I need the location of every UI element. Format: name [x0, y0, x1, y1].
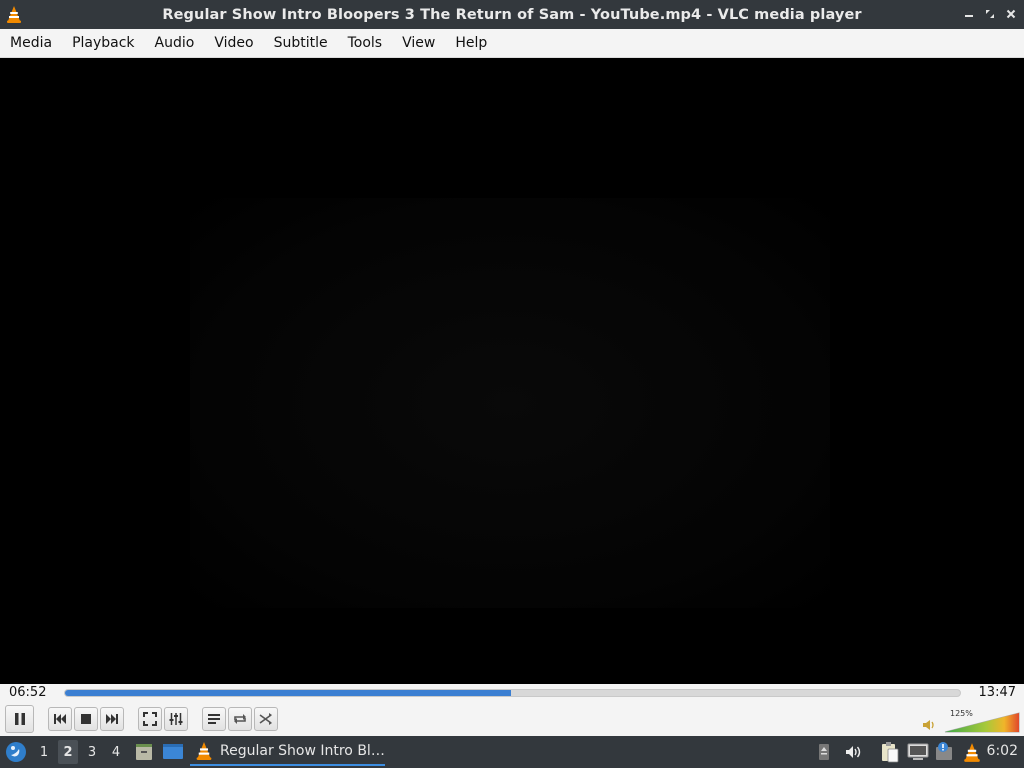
task-vlc[interactable]: Regular Show Intro Bl… — [190, 738, 385, 766]
playlist-icon — [208, 714, 220, 724]
maximize-icon — [985, 10, 994, 18]
stop-icon — [81, 714, 91, 724]
update-notification-icon — [936, 742, 952, 760]
menu-bar: Media Playback Audio Video Subtitle Tool… — [0, 29, 1024, 58]
shuffle-icon — [259, 713, 272, 725]
vlc-cone-icon — [196, 742, 212, 760]
pause-button[interactable] — [5, 705, 34, 733]
menu-video[interactable]: Video — [204, 29, 263, 57]
total-time: 13:47 — [978, 685, 1016, 700]
close-button[interactable] — [1003, 6, 1018, 22]
next-button[interactable] — [100, 707, 124, 731]
extended-settings-button[interactable] — [164, 707, 188, 731]
menu-help[interactable]: Help — [445, 29, 497, 57]
volume-tray[interactable] — [844, 743, 864, 761]
pause-icon — [14, 713, 25, 725]
desktop-icon — [163, 744, 183, 759]
seek-progress — [65, 690, 511, 696]
network-tray[interactable] — [906, 743, 930, 761]
previous-icon — [54, 714, 66, 724]
workspace-3[interactable]: 3 — [82, 740, 102, 764]
fullscreen-icon — [143, 712, 157, 726]
vlc-cone-icon — [964, 742, 980, 762]
updates-tray[interactable] — [934, 741, 956, 763]
window-title: Regular Show Intro Bloopers 3 The Return… — [162, 6, 862, 23]
fullscreen-button[interactable] — [138, 707, 162, 731]
workspace-2[interactable]: 2 — [58, 740, 78, 764]
network-icon — [907, 743, 929, 760]
minimize-icon — [964, 15, 973, 17]
seek-slider[interactable] — [64, 689, 961, 697]
menu-subtitle[interactable]: Subtitle — [264, 29, 338, 57]
title-bar[interactable]: Regular Show Intro Bloopers 3 The Return… — [0, 0, 1024, 29]
eject-tray[interactable] — [817, 742, 831, 762]
workspace-1[interactable]: 1 — [34, 740, 54, 764]
elapsed-time: 06:52 — [9, 685, 47, 700]
start-menu-button[interactable] — [4, 740, 28, 764]
equalizer-icon — [169, 713, 183, 725]
menu-audio[interactable]: Audio — [145, 29, 205, 57]
clipboard-tray[interactable] — [879, 741, 901, 763]
clipboard-icon — [882, 742, 899, 763]
stop-button[interactable] — [74, 707, 98, 731]
volume-slider[interactable] — [944, 711, 1020, 733]
menu-media[interactable]: Media — [0, 29, 62, 57]
speaker-icon[interactable] — [922, 718, 938, 732]
loop-icon — [234, 714, 246, 724]
close-icon — [1006, 9, 1015, 19]
vlc-cone-icon — [7, 6, 21, 23]
menu-playback[interactable]: Playback — [62, 29, 144, 57]
clock[interactable]: 6:02 — [987, 743, 1018, 759]
file-cabinet-icon — [136, 744, 152, 760]
random-button[interactable] — [254, 707, 278, 731]
speaker-icon — [846, 746, 861, 758]
taskbar: 1 2 3 4 Regular Show Intro Bl… 6:02 — [0, 736, 1024, 768]
video-area[interactable] — [0, 58, 1024, 684]
previous-button[interactable] — [48, 707, 72, 731]
eject-icon — [819, 744, 829, 760]
playlist-button[interactable] — [202, 707, 226, 731]
menu-view[interactable]: View — [392, 29, 445, 57]
show-desktop-button[interactable] — [161, 742, 185, 762]
menu-tools[interactable]: Tools — [338, 29, 393, 57]
maximize-button[interactable] — [982, 6, 997, 22]
file-manager-launcher[interactable] — [133, 742, 155, 762]
vlc-window: Regular Show Intro Bloopers 3 The Return… — [0, 0, 1024, 736]
next-icon — [106, 714, 118, 724]
app-menu-icon — [6, 742, 26, 762]
workspace-4[interactable]: 4 — [106, 740, 126, 764]
vlc-tray[interactable] — [961, 741, 983, 763]
minimize-button[interactable] — [961, 6, 976, 22]
loop-button[interactable] — [228, 707, 252, 731]
video-frame — [190, 198, 830, 608]
task-label: Regular Show Intro Bl… — [220, 743, 385, 759]
controls-bar: 125% — [0, 702, 1024, 736]
seek-row: 06:52 13:47 — [0, 684, 1024, 702]
